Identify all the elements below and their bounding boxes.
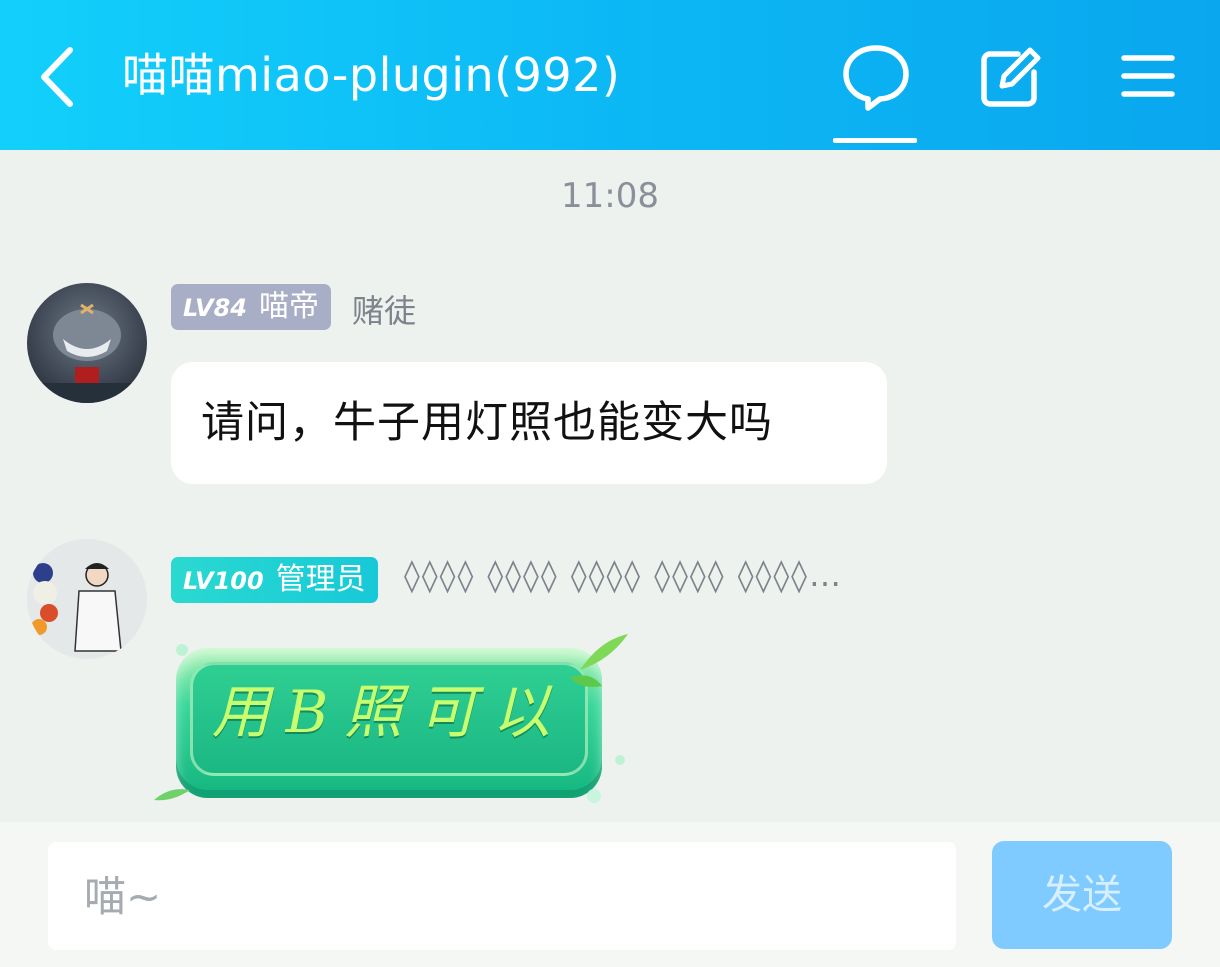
- message-bubble[interactable]: 请问，牛子用灯照也能变大吗: [171, 362, 887, 484]
- avatar[interactable]: [27, 283, 147, 403]
- sender-nickname[interactable]: 赌徒: [352, 286, 416, 332]
- back-icon[interactable]: [34, 42, 86, 112]
- chat-header: 喵喵miao-plugin(992): [0, 0, 1220, 150]
- member-title: 管理员: [275, 562, 366, 597]
- message-input[interactable]: [48, 842, 956, 950]
- message-timestamp: 11:08: [561, 176, 659, 216]
- menu-icon[interactable]: [1110, 40, 1186, 116]
- send-button[interactable]: 发送: [992, 841, 1172, 949]
- admin-level-badge: LV100 管理员: [171, 557, 378, 603]
- active-tab-indicator: [833, 138, 917, 143]
- edit-icon[interactable]: [972, 40, 1048, 116]
- chat-bubble-icon[interactable]: [838, 40, 914, 116]
- avatar[interactable]: [27, 539, 147, 659]
- member-level-badge: LV84 喵帝: [171, 284, 331, 330]
- sender-nickname[interactable]: ◊◊◊◊ ◊◊◊◊ ◊◊◊◊ ◊◊◊◊ ◊◊◊◊…: [404, 556, 1124, 594]
- message-input-bar: 发送: [0, 822, 1220, 967]
- level-label: LV84: [183, 294, 247, 322]
- group-title: 喵喵miao-plugin(992): [122, 48, 621, 102]
- member-title: 喵帝: [258, 289, 319, 324]
- level-label: LV100: [183, 567, 264, 595]
- leaf-decoration-icon: [154, 634, 628, 803]
